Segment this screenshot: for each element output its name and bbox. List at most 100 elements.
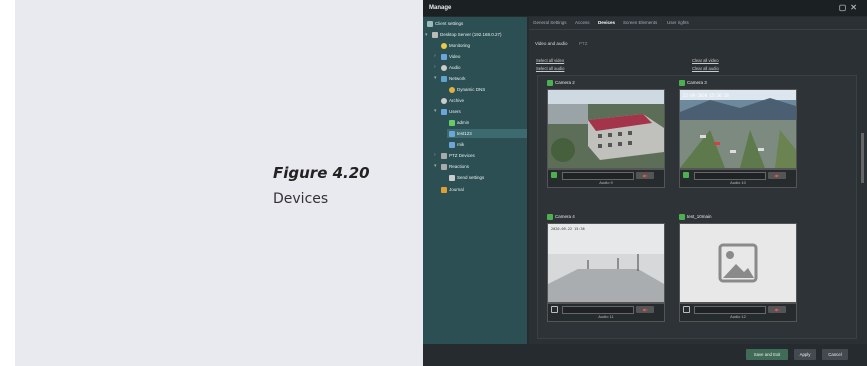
camera-header: test_10main [679, 213, 712, 221]
camera-4-image: 2020-09-22 15:36 [548, 224, 664, 302]
tab-screen-elements[interactable]: Screen Elements [623, 20, 657, 25]
microphone-icon [441, 64, 447, 71]
figure-subtitle: Devices [273, 191, 329, 207]
audio-checkbox[interactable] [683, 172, 689, 178]
audio-row: ◀× Audio 9 [547, 169, 665, 188]
window-controls: ▢✕ [839, 0, 861, 16]
tree-item-rnik[interactable]: rnik [449, 140, 464, 149]
camera-preview: 2020-09-22 15:36 [547, 223, 665, 303]
tree-item-archive[interactable]: Archive [441, 96, 464, 105]
user-icon [449, 119, 455, 126]
device-grid: Camera 2 ◀× Audio 9 Camera 3 22-09-2020 … [537, 75, 857, 339]
apply-button[interactable]: Apply [794, 349, 816, 360]
tree-item-monitoring[interactable]: Monitoring [441, 41, 470, 50]
select-all-video-link[interactable]: Select all video [536, 58, 564, 63]
audio-label: Audio 9 [599, 180, 613, 185]
tree-item-network[interactable]: Network [441, 74, 466, 83]
camera-checkbox[interactable] [679, 213, 685, 220]
gear-icon [427, 20, 433, 27]
manage-window: Manage ▢✕ Client settings ▾ Desktop Serv… [423, 0, 867, 366]
tree-item-dynamic-dns[interactable]: Dynamic DNS [449, 85, 485, 94]
ptz-icon [441, 152, 447, 159]
caption-panel: Figure 4.20 Devices [15, 0, 423, 366]
globe-icon [449, 86, 455, 93]
image-placeholder-icon [718, 243, 758, 283]
audio-checkbox[interactable] [683, 306, 690, 313]
camera-3-image: 22-09-2020 15:36:18 [680, 90, 796, 168]
camera-checkbox[interactable] [547, 213, 553, 220]
tree-item-video[interactable]: Video [441, 52, 460, 61]
mute-icon[interactable]: ◀× [768, 172, 786, 179]
tree-item-journal[interactable]: Journal [441, 185, 464, 194]
expand-icon[interactable]: › [434, 64, 436, 70]
collapse-icon[interactable]: ▾ [434, 108, 437, 114]
camera-preview [547, 89, 665, 169]
tree-item-reactions[interactable]: Reactions [441, 162, 469, 171]
camera-card: Camera 2 ◀× Audio 9 [547, 79, 665, 189]
window-title: Manage [429, 5, 452, 11]
audio-input[interactable] [694, 306, 766, 314]
reactions-icon [441, 163, 447, 170]
tree-item-users[interactable]: Users [441, 107, 461, 116]
tab-user-rights[interactable]: User rights [667, 20, 689, 25]
camera-preview: 22-09-2020 15:36:18 [679, 89, 797, 169]
audio-label: Audio 10 [730, 180, 746, 185]
mute-icon[interactable]: ◀× [636, 172, 654, 179]
camera-checkbox[interactable] [679, 79, 685, 86]
camera-checkbox[interactable] [547, 79, 553, 86]
tree-item-admin[interactable]: admin [449, 118, 469, 127]
tree-item-server[interactable]: Desktop Server (192.168.0.27) [432, 30, 502, 39]
camera-card: Camera 3 22-09-2020 15:36:18 ◀× Audio 10 [679, 79, 797, 189]
tab-general-settings[interactable]: General Settings [533, 20, 567, 25]
network-icon [441, 75, 447, 82]
audio-row: ◀× Audio 11 [547, 303, 665, 322]
camera-header: Camera 2 [547, 79, 575, 87]
clear-all-video-link[interactable]: Clear all video [692, 58, 719, 63]
audio-checkbox[interactable] [551, 172, 557, 178]
tree-item-send-settings[interactable]: Send settings [449, 173, 484, 182]
collapse-icon[interactable]: ▾ [434, 75, 437, 81]
tree-item-client-settings[interactable]: Client settings [427, 19, 463, 28]
collapse-icon[interactable]: ▾ [425, 32, 428, 38]
mute-icon[interactable]: ◀× [636, 306, 654, 313]
cancel-button[interactable]: Cancel [822, 349, 848, 360]
audio-input[interactable] [562, 172, 634, 180]
tree-item-audio[interactable]: Audio [441, 63, 461, 72]
clear-all-audio-link[interactable]: Clear all audio [692, 66, 719, 71]
camera-preview [679, 223, 797, 303]
tree-item-ptz[interactable]: PTZ Devices [441, 151, 475, 160]
user-icon [449, 130, 455, 137]
camera-header: Camera 4 [547, 213, 575, 221]
audio-row: ◀× Audio 10 [679, 169, 797, 188]
tab-devices[interactable]: Devices [598, 20, 615, 25]
subtab-video-audio[interactable]: Video and audio [535, 41, 567, 46]
mute-icon[interactable]: ◀× [768, 306, 786, 313]
audio-row: ◀× Audio 12 [679, 303, 797, 322]
settings-tree: Client settings ▾ Desktop Server (192.16… [423, 17, 527, 344]
scrollbar[interactable] [861, 133, 864, 183]
tree-item-test-user[interactable]: test123 [447, 129, 527, 138]
journal-icon [441, 186, 447, 193]
server-icon [432, 31, 438, 38]
camera-card: Camera 4 2020-09-22 15:36 ◀× Audio 11 [547, 213, 665, 323]
monitoring-icon [441, 42, 447, 49]
expand-icon[interactable]: › [434, 53, 436, 59]
maximize-icon[interactable]: ▢ [839, 3, 851, 12]
expand-icon[interactable]: › [434, 152, 436, 158]
camera-card: test_10main ◀× Audio 12 [679, 213, 797, 323]
send-icon [449, 174, 455, 181]
collapse-icon[interactable]: ▾ [434, 163, 437, 169]
audio-checkbox[interactable] [551, 306, 558, 313]
tab-bar: General Settings Access Devices Screen E… [529, 17, 867, 30]
tab-access[interactable]: Access [575, 20, 590, 25]
users-icon [441, 108, 447, 115]
figure-title: Figure 4.20 [273, 164, 370, 182]
audio-input[interactable] [694, 172, 766, 180]
save-and-exit-button[interactable]: Save and Exit [746, 349, 788, 360]
audio-input[interactable] [562, 306, 634, 314]
svg-text:2020-09-22 15:36: 2020-09-22 15:36 [551, 227, 585, 231]
subtab-ptz[interactable]: PTZ [579, 41, 588, 46]
select-all-audio-link[interactable]: Select all audio [536, 66, 564, 71]
title-bar: Manage ▢✕ [423, 0, 867, 16]
close-icon[interactable]: ✕ [850, 3, 861, 12]
